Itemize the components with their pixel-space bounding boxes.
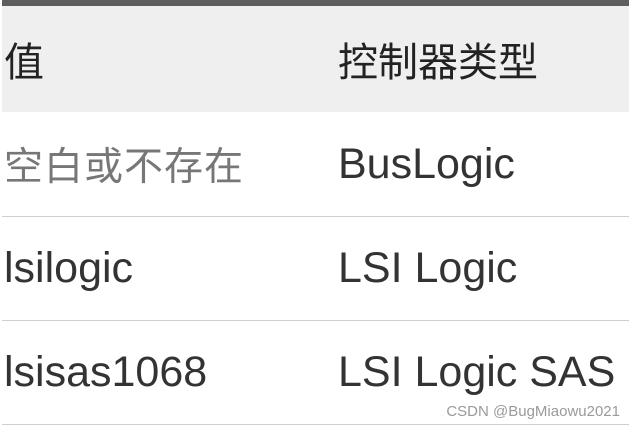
header-controller-type: 控制器类型 [334,0,629,112]
table-body: 空白或不存在 BusLogic lsilogic LSI Logic lsisa… [2,112,629,425]
cell-value: 空白或不存在 [2,112,334,217]
cell-controller-type: LSI Logic [334,216,629,321]
table-header: 值 控制器类型 [2,0,629,112]
table-row: 空白或不存在 BusLogic [2,112,629,217]
page: 值 控制器类型 空白或不存在 BusLogic lsilogic LSI Log… [0,0,632,428]
cell-value: lsilogic [2,216,334,321]
watermark: CSDN @BugMiaowu2021 [446,403,620,420]
cell-value: lsisas1068 [2,320,334,425]
controller-type-table: 值 控制器类型 空白或不存在 BusLogic lsilogic LSI Log… [2,0,629,425]
header-row: 值 控制器类型 [2,0,629,112]
header-value: 值 [2,0,334,112]
cell-controller-type: BusLogic [334,112,629,217]
table-row: lsilogic LSI Logic [2,216,629,321]
